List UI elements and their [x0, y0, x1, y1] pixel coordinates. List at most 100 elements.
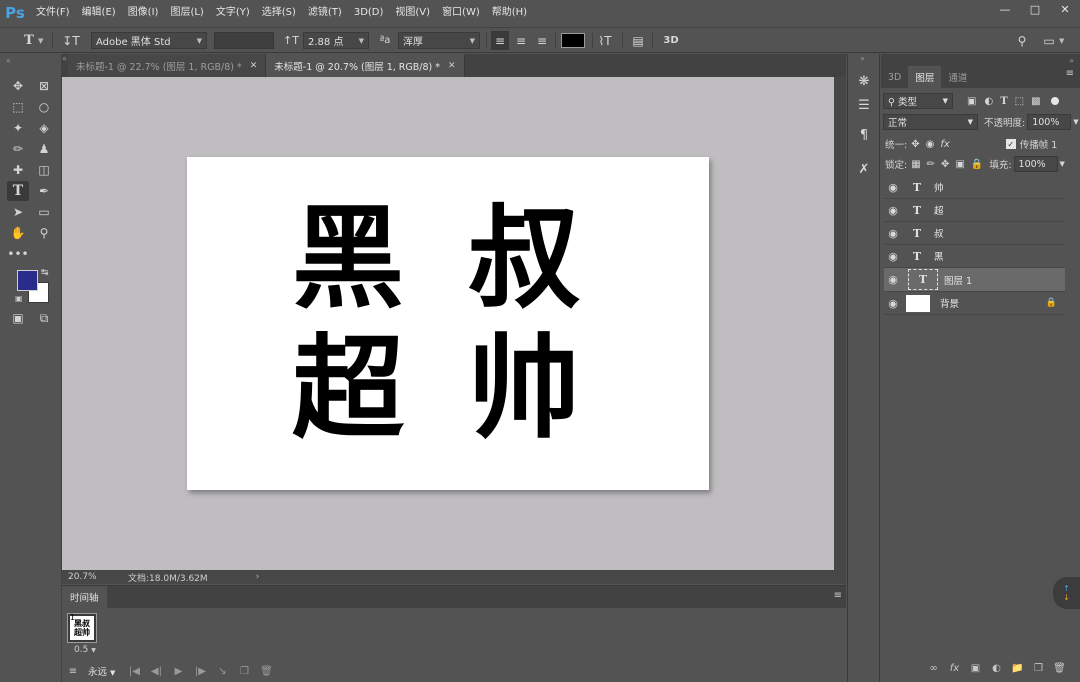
preset-chevron-down-icon[interactable]: ▼ — [38, 31, 43, 50]
zoom-tool-icon[interactable]: ⚲ — [33, 223, 55, 243]
tab-channels[interactable]: 通道 — [941, 66, 974, 88]
close-icon[interactable]: ✕ — [1050, 0, 1080, 18]
magic-wand-tool-icon[interactable]: ✦ — [7, 118, 29, 138]
filter-shape-icon[interactable]: ⬚ — [1015, 96, 1024, 107]
history-icon[interactable]: ❋ — [853, 70, 875, 92]
close-icon[interactable]: ✕ — [250, 61, 258, 71]
delete-frame-icon[interactable]: 🗑 — [255, 666, 277, 677]
align-left-icon[interactable]: ≡ — [491, 31, 509, 50]
adjustment-layer-icon[interactable]: ◐ — [986, 663, 1007, 674]
menu-type[interactable]: 文字(Y) — [210, 0, 256, 26]
opacity-field[interactable]: 100% — [1027, 114, 1072, 130]
layer-row[interactable]: ◉ T 超 — [884, 199, 1065, 222]
menu-3d[interactable]: 3D(D) — [348, 0, 390, 26]
font-family-select[interactable]: Adobe 黑体 Std ▼ — [91, 31, 207, 50]
menu-image[interactable]: 图像(I) — [122, 0, 165, 26]
next-frame-icon[interactable]: |▶ — [189, 666, 211, 677]
play-icon[interactable]: ▶ — [167, 666, 189, 677]
menu-layer[interactable]: 图层(L) — [164, 0, 209, 26]
lock-pixels-icon[interactable]: ✏ — [927, 159, 935, 170]
filter-adjustment-icon[interactable]: ◐ — [984, 96, 993, 107]
animation-frame[interactable]: 黑叔 超帅 1 — [67, 613, 97, 643]
path-selection-tool-icon[interactable]: ➤ — [7, 202, 29, 222]
align-center-icon[interactable]: ≡ — [512, 31, 530, 50]
type-tool-icon[interactable]: T — [7, 181, 29, 201]
menu-edit[interactable]: 编辑(E) — [76, 0, 122, 26]
lock-artboard-icon[interactable]: ▣ — [955, 159, 964, 170]
more-tools-icon[interactable]: ••• — [7, 244, 29, 264]
tween-icon[interactable]: ↘ — [211, 666, 233, 677]
rectangle-tool-icon[interactable]: ▭ — [33, 202, 55, 222]
filter-toggle-icon[interactable] — [1050, 97, 1059, 105]
visibility-eye-icon[interactable]: ◉ — [884, 273, 902, 286]
warp-text-icon[interactable]: ⌇T — [596, 31, 614, 50]
type-tool-preset-icon[interactable]: T — [18, 31, 40, 50]
zoom-level[interactable]: 20.7% — [68, 572, 124, 582]
workspace-icon[interactable]: ▭ — [1040, 31, 1058, 50]
unify-style-icon[interactable]: fx — [940, 139, 949, 150]
stamp-tool-icon[interactable]: ♟ — [33, 139, 55, 159]
marquee-tool-icon[interactable]: ⬚ — [7, 97, 29, 117]
link-layers-icon[interactable]: ∞ — [923, 663, 944, 674]
blend-mode-select[interactable]: 正常 ▼ — [883, 114, 978, 130]
canvas-text-chao[interactable]: 超 — [283, 333, 413, 445]
fill-field[interactable]: 100% — [1013, 156, 1058, 172]
convert-timeline-icon[interactable]: ≡ — [62, 666, 84, 677]
menu-view[interactable]: 视图(V) — [389, 0, 436, 26]
visibility-eye-icon[interactable]: ◉ — [884, 204, 902, 217]
screen-mode-icon[interactable]: ⧉ — [33, 308, 55, 328]
visibility-eye-icon[interactable]: ◉ — [884, 250, 902, 263]
filter-type-icon[interactable]: T — [1000, 96, 1007, 107]
previous-frame-icon[interactable]: ◀| — [145, 666, 167, 677]
vertical-scrollbar[interactable] — [834, 77, 846, 570]
close-icon[interactable]: ✕ — [448, 61, 456, 71]
font-style-select[interactable] — [214, 31, 274, 50]
menu-help[interactable]: 帮助(H) — [486, 0, 533, 26]
layer-style-icon[interactable]: fx — [944, 663, 965, 674]
collapse-chevron-icon[interactable]: » — [1069, 56, 1074, 65]
new-layer-icon[interactable]: ❐ — [1028, 663, 1049, 674]
tool-presets-icon[interactable]: ✗ — [853, 158, 875, 180]
menu-window[interactable]: 窗口(W) — [436, 0, 486, 26]
frame-delay[interactable]: 0.5 ▼ — [74, 645, 96, 655]
menu-filter[interactable]: 滤镜(T) — [302, 0, 348, 26]
canvas-text-shuai[interactable]: 帅 — [459, 333, 589, 445]
layer-row[interactable]: ◉ T 黑 — [884, 245, 1065, 268]
eraser-tool-icon[interactable]: ◫ — [33, 160, 55, 180]
unify-position-icon[interactable]: ✥ — [911, 139, 919, 150]
filter-kind-select[interactable]: ⚲ 类型 ▼ — [883, 93, 953, 109]
duplicate-frame-icon[interactable]: ❐ — [233, 666, 255, 677]
healing-brush-tool-icon[interactable]: ✚ — [7, 160, 29, 180]
first-frame-icon[interactable]: |◀ — [123, 666, 145, 677]
swap-colors-icon[interactable]: ↹ — [41, 268, 49, 278]
layer-mask-icon[interactable]: ▣ — [965, 663, 986, 674]
document-tab[interactable]: 未标题-1 @ 22.7% (图层 1, RGB/8) * ✕ — [68, 54, 267, 77]
crop-tool-icon[interactable]: ⊠ — [33, 76, 55, 96]
unify-visibility-icon[interactable]: ◉ — [926, 139, 935, 150]
loop-options-select[interactable]: 永远 ▼ — [88, 664, 115, 678]
quick-mask-icon[interactable]: ▣ — [7, 308, 29, 328]
lasso-tool-icon[interactable]: ○ — [33, 97, 55, 117]
chevron-down-icon[interactable]: ▼ — [1073, 118, 1078, 126]
tab-layers[interactable]: 图层 — [908, 66, 942, 88]
tab-3d[interactable]: 3D — [881, 66, 908, 88]
text-color-swatch[interactable] — [561, 31, 585, 50]
layer-row[interactable]: ◉ T 帅 — [884, 176, 1065, 199]
character-panel-icon[interactable]: ▤ — [629, 31, 647, 50]
visibility-eye-icon[interactable]: ◉ — [884, 297, 902, 310]
lock-position-icon[interactable]: ✥ — [941, 159, 949, 170]
visibility-eye-icon[interactable]: ◉ — [884, 181, 902, 194]
move-tool-icon[interactable]: ✥ — [7, 76, 29, 96]
hand-tool-icon[interactable]: ✋ — [7, 223, 29, 243]
adjustments-icon[interactable]: ☰ — [853, 94, 875, 116]
panel-menu-icon[interactable]: ≡ — [1066, 68, 1074, 79]
document-tab-active[interactable]: 未标题-1 @ 20.7% (图层 1, RGB/8) * ✕ — [266, 54, 465, 77]
filter-smart-object-icon[interactable]: ▩ — [1031, 96, 1040, 107]
foreground-color-swatch[interactable] — [17, 270, 38, 291]
3d-button[interactable]: 3D — [660, 31, 682, 50]
propagate-checkbox[interactable]: ✓ — [1005, 139, 1016, 149]
align-right-icon[interactable]: ≡ — [533, 31, 551, 50]
document-canvas[interactable]: 黑 叔 超 帅 — [187, 157, 709, 490]
canvas-text-shu[interactable]: 叔 — [459, 203, 589, 315]
delete-layer-icon[interactable]: 🗑 — [1049, 663, 1070, 674]
